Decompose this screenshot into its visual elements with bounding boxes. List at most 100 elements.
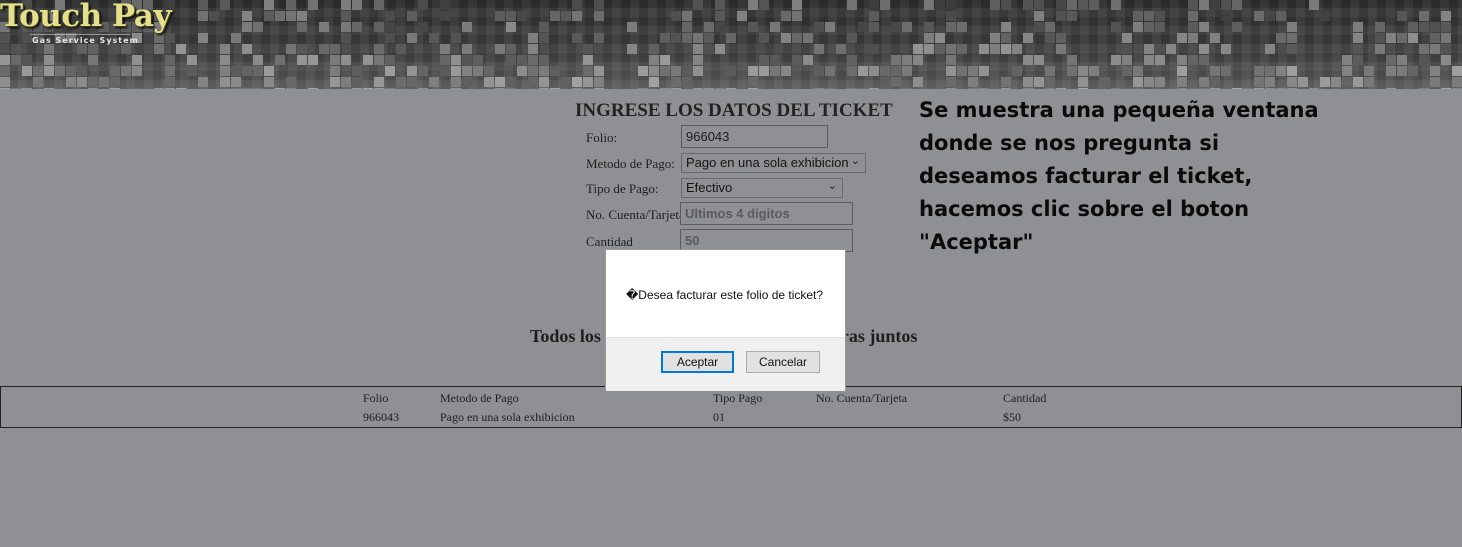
col-header-cuenta: No. Cuenta/Tarjeta [816, 391, 908, 405]
ticket-form-title: INGRESE LOS DATOS DEL TICKET [575, 100, 893, 121]
header-pixel [1199, 0, 1209, 10]
header-pixel [693, 88, 703, 89]
header-pixel [330, 77, 340, 87]
confirm-dialog: �Desea facturar este folio de ticket? Ac… [605, 249, 846, 391]
header-pixel [891, 77, 901, 87]
header-pixel [594, 33, 604, 43]
header-pixel [1287, 22, 1297, 32]
header-pixel [1155, 22, 1165, 32]
header-pixel [1056, 11, 1066, 21]
header-pixel [671, 33, 681, 43]
header-pixel [902, 66, 912, 76]
header-pixel [528, 77, 538, 87]
header-pixel [814, 88, 824, 89]
header-pixel [506, 22, 516, 32]
header-pixel [1221, 0, 1231, 10]
header-pixel [418, 0, 428, 10]
header-pixel [418, 66, 428, 76]
header-pixel [1067, 11, 1077, 21]
header-pixel [935, 44, 945, 54]
header-pixel [1056, 0, 1066, 10]
header-pixel [1133, 22, 1143, 32]
header-pixel [1155, 55, 1165, 65]
header-pixel [572, 77, 582, 87]
header-pixel [1188, 11, 1198, 21]
header-pixel [451, 66, 461, 76]
header-pixel [1221, 11, 1231, 21]
header-pixel [803, 55, 813, 65]
header-pixel [792, 33, 802, 43]
header-pixel [1023, 55, 1033, 65]
header-pixel [946, 11, 956, 21]
header-pixel [506, 88, 516, 89]
header-pixel [319, 44, 329, 54]
header-pixel [1430, 66, 1440, 76]
header-pixel [726, 33, 736, 43]
header-pixel [803, 33, 813, 43]
header-pixel [880, 77, 890, 87]
header-pixel [869, 11, 879, 21]
header-pixel [583, 55, 593, 65]
header-pixel [990, 44, 1000, 54]
header-pixel [1177, 33, 1187, 43]
header-pixel [649, 66, 659, 76]
header-pixel [1441, 22, 1451, 32]
metodo-pago-label: Metodo de Pago: [586, 156, 675, 171]
header-pixel [242, 22, 252, 32]
cantidad-label: Cantidad [586, 234, 633, 249]
header-pixel [902, 55, 912, 65]
cell-folio: 966043 [363, 410, 399, 424]
header-pixel [1452, 66, 1462, 76]
cuenta-label: No. Cuenta/Tarjeta [586, 207, 685, 222]
folio-label: Folio: [586, 130, 618, 145]
header-pixel [242, 44, 252, 54]
dialog-footer: Aceptar Cancelar [606, 337, 845, 391]
header-pixel [847, 88, 857, 89]
annotation-line: deseamos facturar el ticket, [919, 164, 1253, 188]
header-pixel [1133, 66, 1143, 76]
header-pixel [0, 55, 10, 65]
header-pixel [1265, 77, 1275, 87]
header-pixel [1276, 66, 1286, 76]
header-pixel [220, 77, 230, 87]
header-pixel [935, 33, 945, 43]
header-pixel [77, 66, 87, 76]
header-pixel [396, 44, 406, 54]
header-pixel [275, 55, 285, 65]
header-pixel [748, 0, 758, 10]
header-pixel [935, 0, 945, 10]
header-pixel [946, 22, 956, 32]
header-pixel [495, 44, 505, 54]
header-pixel [1287, 77, 1297, 87]
header-pixel [341, 77, 351, 87]
header-pixel [1320, 11, 1330, 21]
annotation-line: hacemos clic sobre el boton [919, 197, 1250, 221]
folio-input[interactable]: 966043 [681, 125, 828, 148]
cuenta-input[interactable]: Ultimos 4 digitos [680, 202, 853, 225]
accept-button[interactable]: Aceptar [661, 351, 734, 373]
header-pixel [825, 66, 835, 76]
touch-pay-logo[interactable]: Touch Pay Gas Service System [0, 0, 172, 52]
header-pixel [1078, 77, 1088, 87]
header-pixel [957, 22, 967, 32]
metodo-pago-select[interactable]: Pago en una sola exhibicion ⌄ [681, 153, 866, 173]
header-pixel [220, 66, 230, 76]
dialog-message: �Desea facturar este folio de ticket? [626, 288, 824, 302]
header-pixel [462, 22, 472, 32]
header-pixel [1419, 11, 1429, 21]
header-pixel [297, 11, 307, 21]
header-pixel [297, 22, 307, 32]
header-pixel [946, 55, 956, 65]
header-pixel [352, 77, 362, 87]
header-pixel [572, 11, 582, 21]
header-pixel [891, 55, 901, 65]
header-pixel [220, 44, 230, 54]
header-pixel [660, 33, 670, 43]
header-pixel [1276, 88, 1286, 89]
page-header: Touch Pay Gas Service System [0, 0, 1462, 89]
header-pixel [396, 77, 406, 87]
cancel-button[interactable]: Cancelar [746, 351, 820, 373]
header-pixel [1265, 44, 1275, 54]
tipo-pago-select[interactable]: Efectivo ⌄ [681, 178, 843, 198]
header-pixel [0, 77, 10, 87]
